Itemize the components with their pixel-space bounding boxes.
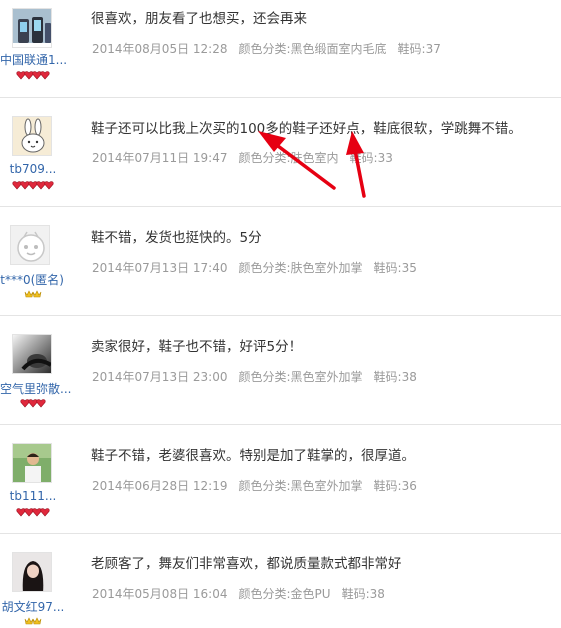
review-date: 2014年07月13日 17:40 [92,261,228,275]
shoe-size: 鞋码:33 [349,151,393,165]
review-date: 2014年05月08日 16:04 [92,587,228,601]
reviewer-name[interactable]: tb709... [0,162,66,176]
reviewer: tb111... [0,425,66,533]
red-heart-icon [36,399,46,408]
red-heart-icon [40,71,50,80]
reviewer: 中国联通1... [0,0,67,97]
credit-badges [0,289,66,301]
review-date: 2014年07月11日 19:47 [92,151,228,165]
shoe-size: 鞋码:38 [341,587,385,601]
color-variant: 颜色分类:肤色室内 [238,151,339,165]
shoe-size: 鞋码:35 [373,261,417,275]
phones-avatar-icon[interactable] [12,8,52,48]
color-variant: 颜色分类:黑色室外加掌 [238,370,363,384]
bunny-avatar-icon[interactable] [12,116,52,156]
gold-crown-icon [32,617,42,625]
red-heart-icon [44,181,54,190]
review-meta: 2014年07月11日 19:47 颜色分类:肤色室内 鞋码:33 [92,150,404,166]
shoe-size: 鞋码:38 [373,370,417,384]
default-avatar-icon[interactable] [10,225,50,265]
reviewer-name[interactable]: tb111... [0,489,66,503]
review-meta: 2014年05月08日 16:04 颜色分类:金色PU 鞋码:38 [92,586,396,602]
review-list: 中国联通1... 很喜欢，朋友看了也想买，还会再来 2014年08月05日 12… [0,0,561,626]
review-meta: 2014年06月28日 12:19 颜色分类:黑色室外加掌 鞋码:36 [92,478,428,494]
reviewer-name[interactable]: 中国联通1... [0,51,67,68]
review-row: 中国联通1... 很喜欢，朋友看了也想买，还会再来 2014年08月05日 12… [0,0,561,97]
credit-badges [0,507,66,519]
review-row: tb111... 鞋子不错，老婆很喜欢。特别是加了鞋掌的，很厚道。 2014年0… [0,425,561,533]
color-variant: 颜色分类:黑色缎面室内毛底 [238,42,387,56]
review-text: 鞋子还可以比我上次买的100多的鞋子还好点，鞋底很软，学跳舞不错。 [91,121,522,137]
review-date: 2014年06月28日 12:19 [92,479,228,493]
credit-badges [0,70,66,82]
credit-badges [0,180,66,192]
review-meta: 2014年08月05日 12:28 颜色分类:黑色缎面室内毛底 鞋码:37 [92,41,452,57]
reviewer-name[interactable]: 空气里弥散... [0,380,71,397]
review-text: 老顾客了，舞友们非常喜欢，都说质量款式都非常好 [91,556,402,572]
color-variant: 颜色分类:肤色室外加掌 [238,261,363,275]
reviewer: 空气里弥散... [0,316,71,424]
red-heart-icon [40,508,50,517]
reviewer-name[interactable]: t***0(匿名) [0,271,64,288]
shoe-size: 鞋码:37 [397,42,441,56]
portrait-avatar-icon[interactable] [12,334,52,374]
review-text: 鞋子不错，老婆很喜欢。特别是加了鞋掌的，很厚道。 [91,448,415,464]
credit-badges [0,616,66,628]
gold-crown-icon [32,290,42,298]
review-text: 很喜欢，朋友看了也想买，还会再来 [91,11,307,27]
review-row: 空气里弥散... 卖家很好，鞋子也不错，好评5分！ 2014年07月13日 23… [0,316,561,424]
man-avatar-icon[interactable] [12,443,52,483]
color-variant: 颜色分类:金色PU [238,587,331,601]
color-variant: 颜色分类:黑色室外加掌 [238,479,363,493]
review-date: 2014年07月13日 23:00 [92,370,228,384]
reviewer: t***0(匿名) [0,207,66,315]
reviewer: tb709... [0,98,66,206]
review-text: 卖家很好，鞋子也不错，好评5分！ [91,339,303,355]
review-meta: 2014年07月13日 17:40 颜色分类:肤色室外加掌 鞋码:35 [92,260,428,276]
review-row: 胡文红97... 老顾客了，舞友们非常喜欢，都说质量款式都非常好 2014年05… [0,534,561,626]
review-date: 2014年08月05日 12:28 [92,42,228,56]
review-row: tb709... 鞋子还可以比我上次买的100多的鞋子还好点，鞋底很软，学跳舞不… [0,98,561,206]
review-row: t***0(匿名) 鞋不错，发货也挺快的。5分 2014年07月13日 17:4… [0,207,561,315]
reviewer: 胡文红97... [0,534,66,626]
review-text: 鞋不错，发货也挺快的。5分 [91,230,262,246]
shoe-size: 鞋码:36 [373,479,417,493]
reviewer-name[interactable]: 胡文红97... [0,598,66,615]
review-meta: 2014年07月13日 23:00 颜色分类:黑色室外加掌 鞋码:38 [92,369,428,385]
woman-avatar-icon[interactable] [12,552,52,592]
credit-badges [0,398,66,410]
